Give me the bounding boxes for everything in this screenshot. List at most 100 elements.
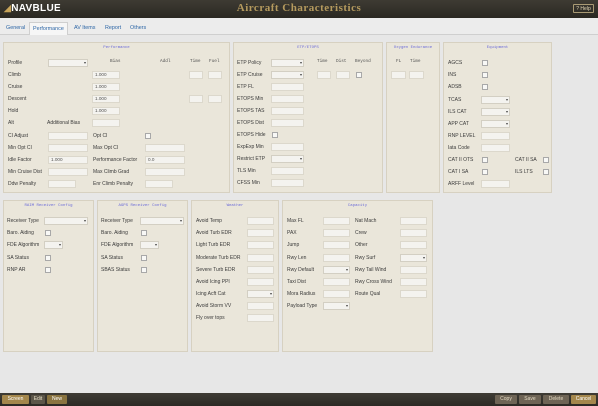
opt-ci-checkbox[interactable] [145,133,151,139]
taxi-dist-field[interactable] [323,278,350,286]
tab-report[interactable]: Report [102,22,124,35]
help-button[interactable]: ? Help [573,4,594,13]
agps-receiver-type-select[interactable]: ▾ [140,217,184,225]
etp-beyond-checkbox[interactable] [356,72,362,78]
descent-time-field[interactable] [189,95,203,103]
rwy-cross-wind-field[interactable] [400,278,427,286]
descent-fuel-field[interactable] [208,95,222,103]
cat1-sa-checkbox[interactable] [482,169,488,175]
rwy-surf-select[interactable]: ▾ [400,254,427,262]
other-label: Other [355,242,368,248]
sbas-status-checkbox[interactable] [141,267,147,273]
ci-adjust-field[interactable] [48,132,88,140]
tcas-select[interactable]: ▾ [481,96,510,104]
raim-baro-aiding-checkbox[interactable] [45,230,51,236]
save-button[interactable]: Save [519,395,541,404]
min-opt-ci-field[interactable] [48,144,88,152]
tab-others[interactable]: Others [127,22,149,35]
cancel-button[interactable]: Cancel [571,395,596,404]
pax-field[interactable] [323,229,350,237]
delete-button[interactable]: Delete [543,395,569,404]
route-qual-field[interactable] [400,290,427,298]
fly-over-tops-field[interactable] [247,314,274,322]
other-field[interactable] [400,241,427,249]
max-climb-grad-field[interactable] [145,168,185,176]
payload-type-select[interactable]: ▾ [323,302,350,310]
rnp-ar-checkbox[interactable] [45,267,51,273]
copy-button[interactable]: Copy [495,395,517,404]
etp-fl-field[interactable] [271,83,304,91]
alt-bias-field[interactable] [92,119,120,127]
tab-av-items[interactable]: AV Items [71,22,98,35]
cfss-min-field[interactable] [271,179,304,187]
cat2-ots-checkbox[interactable] [482,157,488,163]
raim-sa-status-checkbox[interactable] [45,255,51,261]
expexp-min-field[interactable] [271,143,304,151]
etp-policy-select[interactable]: ▾ [271,59,304,67]
ils-lts-checkbox[interactable] [543,169,549,175]
edit-button[interactable]: Edit [31,395,45,404]
sbas-status-label: SBAS Status [101,267,130,273]
icing-acft-cat-select[interactable]: ▾ [247,290,274,298]
mora-radius-field[interactable] [323,290,350,298]
cat2-sa-checkbox[interactable] [543,157,549,163]
climb-time-field[interactable] [189,71,203,79]
jump-field[interactable] [323,241,350,249]
max-fl-field[interactable] [323,217,350,225]
new-button[interactable]: New [47,395,67,404]
moderate-turb-edr-field[interactable] [247,254,274,262]
hold-bias-field[interactable]: 1.000 [92,107,120,115]
enr-climb-penalty-field[interactable] [145,180,173,188]
nat-mach-field[interactable] [400,217,427,225]
etp-cruise-select[interactable]: ▾ [271,71,304,79]
etops-hide-label: ETOPS Hide [237,132,266,138]
rwy-tail-wind-field[interactable] [400,266,427,274]
agps-baro-aiding-checkbox[interactable] [141,230,147,236]
oxygen-fl-field[interactable] [391,71,406,79]
rnp-level-field[interactable] [481,132,510,140]
avoid-turb-edr-field[interactable] [247,229,274,237]
screen-button[interactable]: Screen [2,395,29,404]
rwy-default-select[interactable]: ▾ [323,266,350,274]
avoid-storm-vv-field[interactable] [247,302,274,310]
raim-fde-algorithm-select[interactable]: ▾ [44,241,63,249]
rwy-len-field[interactable] [323,254,350,262]
min-cruise-dist-field[interactable] [48,168,88,176]
ins-checkbox[interactable] [482,72,488,78]
light-turb-edr-field[interactable] [247,241,274,249]
crew-field[interactable] [400,229,427,237]
tls-min-field[interactable] [271,167,304,175]
etops-dist-field[interactable] [271,119,304,127]
cruise-bias-field[interactable]: 1.000 [92,83,120,91]
etops-tas-field[interactable] [271,107,304,115]
oxygen-time-field[interactable] [409,71,424,79]
tab-performance[interactable]: Performance [29,22,68,35]
profile-select[interactable]: ▾ [48,59,88,67]
iata-code-field[interactable] [481,144,510,152]
avoid-temp-field[interactable] [247,217,274,225]
descent-bias-field[interactable]: 1.000 [92,95,120,103]
climb-bias-field[interactable]: 1.000 [92,71,120,79]
agps-sa-status-checkbox[interactable] [141,255,147,261]
severe-turb-edr-field[interactable] [247,266,274,274]
adsb-checkbox[interactable] [482,84,488,90]
ils-cat-select[interactable]: ▾ [481,108,510,116]
arff-level-field[interactable] [481,180,510,188]
idle-factor-field[interactable]: 1.000 [48,156,88,164]
avoid-icing-ppi-field[interactable] [247,278,274,286]
climb-fuel-field[interactable] [208,71,222,79]
crew-label: Crew [355,230,367,236]
raim-receiver-type-select[interactable]: ▾ [44,217,88,225]
restrict-etp-select[interactable]: ▾ [271,155,304,163]
app-cat-select[interactable]: ▾ [481,120,510,128]
agcs-checkbox[interactable] [482,60,488,66]
etops-min-field[interactable] [271,95,304,103]
tab-general[interactable]: General [3,22,28,35]
ddw-penalty-field[interactable] [48,180,76,188]
performance-factor-field[interactable]: 0.0 [145,156,185,164]
max-opt-ci-field[interactable] [145,144,185,152]
agps-fde-algorithm-select[interactable]: ▾ [140,241,159,249]
etp-time-field[interactable] [317,71,331,79]
etp-dist-field[interactable] [336,71,350,79]
etops-hide-checkbox[interactable] [272,132,278,138]
